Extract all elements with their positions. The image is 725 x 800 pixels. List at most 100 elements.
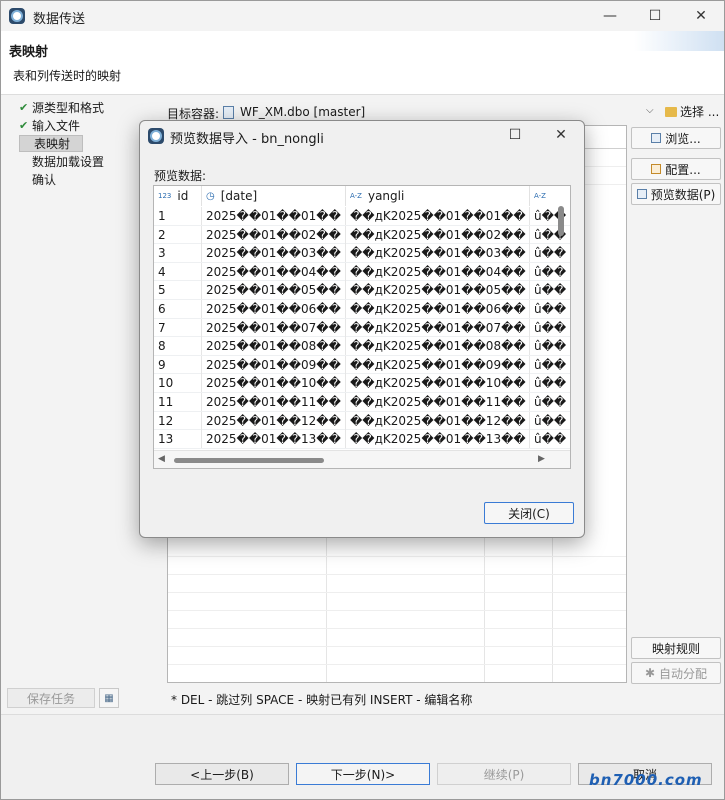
table-row[interactable]: 7 2025��01��07�� ��дK2025��01��07�� û��	[154, 318, 570, 338]
browse-label: 浏览...	[665, 131, 701, 146]
table-row[interactable]: 8 2025��01��08�� ��дK2025��01��08�� û��	[154, 337, 570, 356]
nav-item-data-load[interactable]: 数据加载设置	[32, 153, 104, 170]
preview-dialog: 预览数据导入 - bn_nongli ☐ ✕ 预览数据: 123 id ◷ [d…	[139, 120, 585, 538]
table-cell: 5	[154, 281, 202, 300]
table-cell: 11	[154, 393, 202, 411]
preview-data-button[interactable]: 预览数据(P)	[631, 183, 721, 205]
table-row[interactable]: 3 2025��01��03�� ��дK2025��01��03�� û��	[154, 244, 570, 263]
table-cell: ��дK2025��01��06��	[346, 300, 530, 318]
table-cell: 4	[154, 262, 202, 281]
preview-icon	[636, 189, 647, 199]
title-bar: 数据传送 — ☐ ✕	[1, 1, 724, 31]
nav-item-label: 数据加载设置	[32, 155, 105, 169]
table-cell: û��	[530, 207, 570, 225]
table-row[interactable]: 1 2025��01��01�� ��дK2025��01��01�� û��	[154, 207, 570, 226]
table-icon	[651, 133, 662, 143]
numeric-icon: 123	[158, 192, 172, 200]
table-row[interactable]: 11 2025��01��11�� ��дK2025��01��11�� û��	[154, 393, 570, 412]
table-cell: 9	[154, 355, 202, 374]
target-container-combo[interactable]: WF_XM.dbo [master]	[223, 105, 365, 119]
next-button[interactable]: 下一步(N)>	[296, 763, 430, 785]
table-row[interactable]: 2 2025��01��02�� ��дK2025��01��02�� û��	[154, 225, 570, 245]
preview-table[interactable]: 123 id ◷ [date] A-Z yangli A-Z 1 2025��01…	[153, 185, 571, 469]
dialog-title: 预览数据导入 - bn_nongli	[170, 132, 324, 147]
nav-item-table-mapping[interactable]: 表映射	[19, 135, 84, 152]
table-cell: ��дK2025��01��11��	[346, 393, 530, 411]
config-button[interactable]: 配置...	[631, 158, 721, 180]
vertical-scrollbar[interactable]	[558, 206, 564, 236]
choose-button[interactable]: 选择 ...	[665, 103, 719, 120]
app-icon	[148, 128, 164, 144]
app-icon	[9, 8, 25, 24]
check-icon: ✔	[19, 101, 29, 114]
table-cell: ��дK2025��01��01��	[346, 207, 530, 225]
clock-icon: ◷	[206, 190, 215, 202]
table-cell: 2025��01��10��	[202, 374, 346, 393]
close-button[interactable]: 关闭(C)	[484, 502, 574, 524]
table-row[interactable]: 12 2025��01��12�� ��дK2025��01��12�� û��	[154, 411, 570, 431]
table-cell: û��	[530, 430, 570, 448]
table-cell: û��	[530, 337, 570, 355]
table-row[interactable]: 6 2025��01��06�� ��дK2025��01��06�� û��	[154, 300, 570, 319]
table-cell: ��дK2025��01��04��	[346, 262, 530, 281]
nav-item-confirm[interactable]: 确认	[32, 171, 56, 188]
nav-item-input-file[interactable]: ✔ 输入文件	[19, 117, 80, 134]
table-cell: ��дK2025��01��07��	[346, 318, 530, 337]
table-row[interactable]: 4 2025��01��04�� ��дK2025��01��04�� û��	[154, 262, 570, 282]
table-cell: û��	[530, 263, 570, 281]
table-cell: 10	[154, 374, 202, 393]
save-task-button[interactable]: 保存任务	[7, 688, 95, 708]
table-cell: 13	[154, 430, 202, 449]
nav-item-label: 源类型和格式	[32, 101, 105, 115]
scrollbar-thumb[interactable]	[174, 458, 324, 463]
table-cell: 8	[154, 337, 202, 356]
table-cell: 2025��01��12��	[202, 411, 346, 430]
wizard-nav: ✔ 源类型和格式 ✔ 输入文件 表映射 数据加载设置 确认	[1, 97, 159, 687]
table-row[interactable]: 13 2025��01��13�� ��дK2025��01��13�� û��	[154, 430, 570, 449]
table-cell: 2025��01��03��	[202, 244, 346, 263]
save-icon[interactable]: ▦	[99, 688, 119, 708]
page-subtitle: 表和列传送时的映射	[13, 69, 122, 83]
nav-item-label: 输入文件	[32, 119, 81, 133]
column-header-date[interactable]: ◷ [date]	[202, 186, 346, 206]
column-header-id[interactable]: 123 id	[154, 186, 202, 206]
table-cell: ��дK2025��01��03��	[346, 244, 530, 263]
table-cell: 2025��01��02��	[202, 225, 346, 244]
maximize-button[interactable]: ☐	[632, 1, 678, 31]
table-row[interactable]: 9 2025��01��09�� ��дK2025��01��09�� û��	[154, 355, 570, 375]
window-title: 数据传送	[33, 12, 86, 27]
watermark: bn7000.com	[589, 771, 703, 789]
table-cell: 7	[154, 318, 202, 337]
table-cell: û��	[530, 393, 570, 411]
target-container-value: WF_XM.dbo [master]	[240, 105, 366, 119]
column-header-4[interactable]: A-Z	[530, 186, 570, 206]
nav-item-source-type[interactable]: ✔ 源类型和格式	[19, 99, 104, 116]
horizontal-scrollbar[interactable]: ◀ ▶	[154, 450, 570, 468]
auto-assign-button[interactable]: ✱ 自动分配	[631, 662, 721, 684]
keyboard-hint: * DEL - 跳过列 SPACE - 映射已有列 INSERT - 编辑名称	[171, 693, 473, 707]
chevron-down-icon[interactable]: ⌵	[646, 105, 654, 116]
text-type-icon: A-Z	[534, 192, 546, 200]
minimize-button[interactable]: —	[587, 1, 633, 31]
table-row[interactable]: 10 2025��01��10�� ��дK2025��01��10�� û��	[154, 374, 570, 393]
table-cell: 2025��01��13��	[202, 430, 346, 449]
column-header-yangli[interactable]: A-Z yangli	[346, 186, 530, 206]
scroll-left-icon[interactable]: ◀	[158, 454, 165, 464]
text-type-icon: A-Z	[350, 192, 362, 200]
back-button[interactable]: <上一步(B)	[155, 763, 289, 785]
table-cell: û��	[530, 356, 570, 374]
close-dialog-icon[interactable]: ✕	[538, 121, 584, 149]
config-icon	[651, 164, 662, 174]
table-cell: û��	[530, 281, 570, 299]
table-cell: ��дK2025��01��08��	[346, 337, 530, 356]
table-cell: 2025��01��07��	[202, 318, 346, 337]
scroll-right-icon[interactable]: ▶	[538, 454, 545, 464]
continue-button[interactable]: 继续(P)	[437, 763, 571, 785]
close-window-button[interactable]: ✕	[678, 1, 724, 31]
check-icon: ✔	[19, 119, 29, 132]
database-icon	[223, 105, 234, 119]
table-row[interactable]: 5 2025��01��05�� ��дK2025��01��05�� û��	[154, 281, 570, 300]
mapping-rules-button[interactable]: 映射规则	[631, 637, 721, 659]
browse-button[interactable]: 浏览...	[631, 127, 721, 149]
maximize-button[interactable]: ☐	[492, 121, 538, 149]
